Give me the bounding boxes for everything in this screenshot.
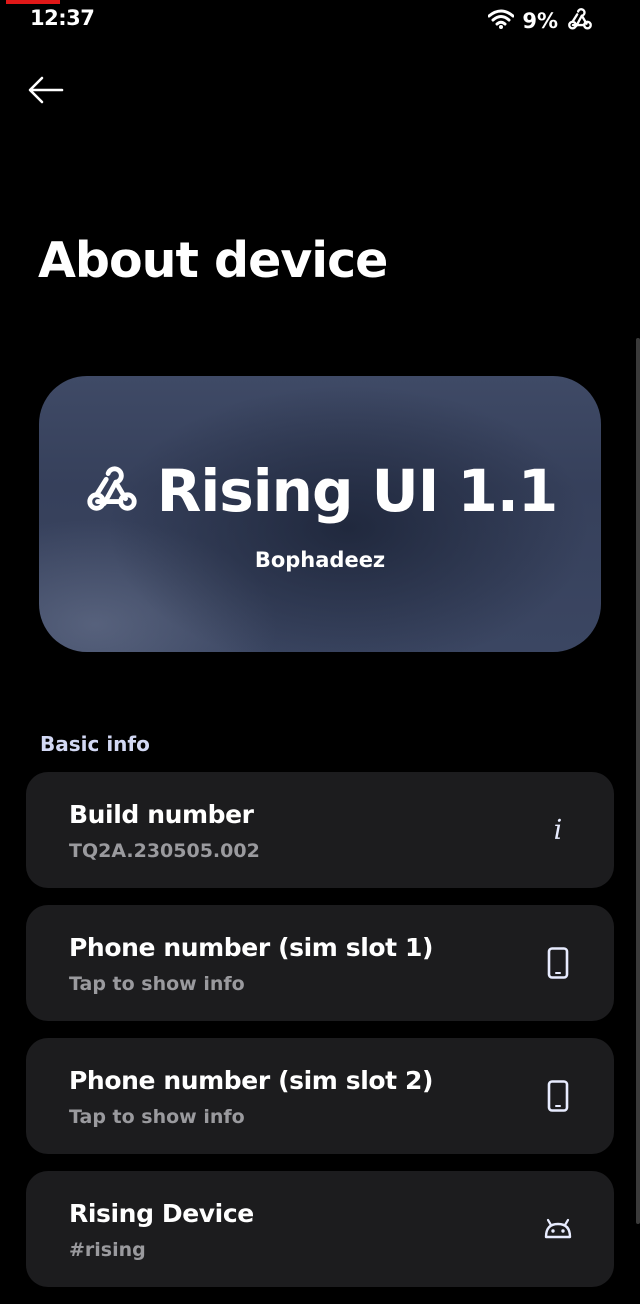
section-header-basic-info: Basic info — [40, 732, 150, 756]
phone-number-sim2-item[interactable]: Phone number (sim slot 2) Tap to show in… — [26, 1038, 614, 1154]
battery-level: 9% — [522, 9, 558, 33]
rising-logo-icon — [566, 5, 594, 37]
phone-icon — [540, 945, 576, 981]
status-bar: 12:37 9% — [0, 0, 640, 44]
item-title: Phone number (sim slot 1) — [69, 933, 434, 962]
phone-number-sim1-item[interactable]: Phone number (sim slot 1) Tap to show in… — [26, 905, 614, 1021]
rom-name: Rising UI 1.1 — [156, 457, 559, 525]
status-icons: 9% — [487, 5, 594, 37]
item-subtitle: #rising — [69, 1239, 146, 1261]
rising-logo-icon — [83, 460, 141, 522]
build-number-item[interactable]: Build number TQ2A.230505.002 i — [26, 772, 614, 888]
android-icon — [540, 1211, 576, 1247]
maintainer-name: Bophadeez — [254, 548, 386, 572]
scrollbar[interactable] — [636, 338, 640, 1224]
item-subtitle: TQ2A.230505.002 — [69, 840, 260, 862]
item-title: Rising Device — [69, 1199, 254, 1228]
item-subtitle: Tap to show info — [69, 973, 245, 995]
item-title: Build number — [69, 800, 254, 829]
item-subtitle: Tap to show info — [69, 1106, 245, 1128]
item-title: Phone number (sim slot 2) — [69, 1066, 434, 1095]
rising-device-item[interactable]: Rising Device #rising — [26, 1171, 614, 1287]
status-time: 12:37 — [30, 6, 95, 30]
page-title: About device — [38, 232, 388, 289]
back-arrow-icon — [28, 76, 64, 108]
info-icon: i — [553, 814, 563, 846]
rom-info-card: Rising UI 1.1 Bophadeez — [39, 376, 601, 652]
phone-icon — [540, 1078, 576, 1114]
basic-info-list: Build number TQ2A.230505.002 i Phone num… — [26, 772, 614, 1304]
back-button[interactable] — [24, 70, 68, 114]
hero-title-row: Rising UI 1.1 — [39, 460, 601, 522]
wifi-icon — [487, 9, 515, 33]
